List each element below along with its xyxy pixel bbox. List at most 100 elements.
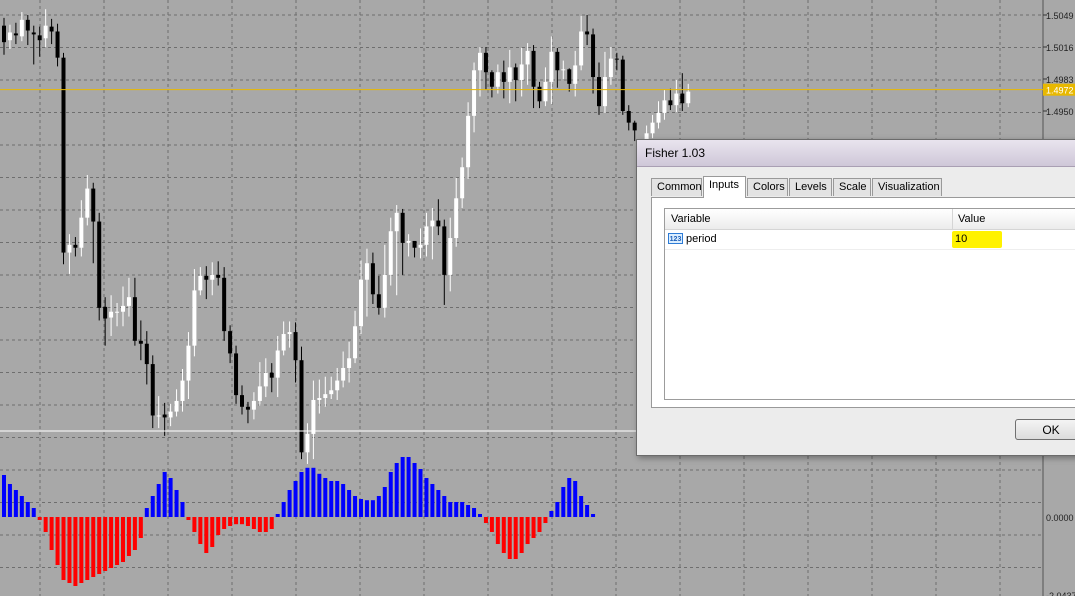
bull-candle <box>347 358 352 368</box>
fisher-bar-negative <box>192 517 197 532</box>
tab-visualization[interactable]: Visualization <box>872 178 942 196</box>
variable-name: period <box>686 233 717 245</box>
bull-candle <box>650 122 655 134</box>
fisher-bar-positive <box>329 481 334 517</box>
bear-candle <box>2 25 6 43</box>
bear-candle <box>245 406 250 410</box>
fisher-bar-positive <box>275 514 280 517</box>
fisher-bar-positive <box>13 490 18 517</box>
bull-candle <box>466 115 471 168</box>
fisher-bar-negative <box>251 517 256 529</box>
fisher-bar-positive <box>555 502 560 517</box>
bear-candle <box>299 360 304 453</box>
fisher-bar-negative <box>519 517 524 553</box>
bear-candle <box>567 69 572 84</box>
fisher-bar-negative <box>49 517 54 550</box>
fisher-bar-positive <box>400 457 405 517</box>
bull-candle <box>335 380 340 391</box>
bull-candle <box>275 350 280 378</box>
fisher-bar-negative <box>228 517 233 526</box>
fisher-bar-positive <box>412 463 417 517</box>
bull-candle <box>394 212 399 232</box>
bull-candle <box>406 240 411 243</box>
bear-candle <box>501 72 506 82</box>
fisher-bar-positive <box>472 508 477 517</box>
fisher-bar-positive <box>430 484 435 517</box>
bull-candle <box>115 311 120 313</box>
bull-candle <box>43 25 48 39</box>
fisher-bar-positive <box>7 484 12 517</box>
tab-colors[interactable]: Colors <box>747 178 788 196</box>
column-header-variable[interactable]: Variable <box>671 213 711 225</box>
bear-candle <box>626 111 631 123</box>
tab-inputs[interactable]: Inputs <box>703 176 746 198</box>
bear-candle <box>614 58 619 60</box>
bull-candle <box>287 332 292 335</box>
bull-candle <box>549 51 554 82</box>
column-header-value[interactable]: Value <box>958 213 985 225</box>
fisher-bar-negative <box>55 517 60 565</box>
bear-candle <box>73 244 78 248</box>
bull-candle <box>495 72 500 87</box>
period-value: 10 <box>955 233 968 245</box>
fisher-bar-positive <box>448 502 453 517</box>
price-tick-label: 1.4983 <box>1046 75 1074 85</box>
period-value-field[interactable]: 10 <box>952 231 1002 248</box>
bull-candle <box>525 50 530 65</box>
fisher-bar-negative <box>245 517 250 526</box>
bull-candle <box>257 386 262 401</box>
bull-candle <box>180 380 185 401</box>
bull-candle <box>686 91 691 104</box>
column-divider[interactable] <box>952 209 953 229</box>
bull-candle <box>329 390 334 395</box>
fisher-bar-positive <box>364 500 369 517</box>
fisher-bar-negative <box>234 517 239 525</box>
dialog-tabs: Common Inputs Colors Levels Scale Visual… <box>651 176 1075 198</box>
fisher-bar-negative <box>501 517 506 553</box>
bull-candle <box>602 77 607 107</box>
tab-levels[interactable]: Levels <box>789 178 832 196</box>
bear-candle <box>162 414 167 418</box>
bear-candle <box>412 240 417 248</box>
bull-candle <box>388 231 393 275</box>
fisher-bar-positive <box>370 500 375 517</box>
tab-scale[interactable]: Scale <box>833 178 871 196</box>
fisher-bar-negative <box>489 517 494 532</box>
fisher-bar-positive <box>567 478 572 517</box>
tab-common[interactable]: Common <box>651 178 702 196</box>
fisher-bar-positive <box>156 484 161 517</box>
bear-candle <box>513 67 518 80</box>
fisher-bar-negative <box>67 517 72 583</box>
fisher-bar-negative <box>115 517 120 565</box>
bull-candle <box>317 398 322 400</box>
indicator-properties-dialog: Fisher 1.03 Common Inputs Colors Levels … <box>636 139 1075 456</box>
price-tick-label: 1.4950 <box>1046 107 1074 117</box>
fisher-bar-positive <box>31 508 36 517</box>
indicator-bottom-label: -2.0437 <box>1046 591 1075 596</box>
integer-type-icon: 123 <box>668 233 683 244</box>
fisher-bar-negative <box>537 517 542 532</box>
bull-candle <box>341 367 346 381</box>
fisher-bar-negative <box>240 517 244 525</box>
fisher-bar-positive <box>174 490 179 517</box>
fisher-bar-positive <box>478 514 482 517</box>
ok-button[interactable]: OK <box>1015 419 1075 440</box>
table-row[interactable]: 123 period 10 <box>665 229 1075 250</box>
bear-candle <box>132 297 137 341</box>
bear-candle <box>597 77 601 107</box>
fisher-bar-positive <box>460 502 465 517</box>
dialog-titlebar[interactable]: Fisher 1.03 <box>637 140 1075 167</box>
fisher-bar-negative <box>37 517 42 520</box>
bear-candle <box>55 31 60 58</box>
bear-candle <box>234 353 239 396</box>
bear-candle <box>293 332 298 361</box>
fisher-bar-negative <box>79 517 84 583</box>
fisher-bar-negative <box>263 517 268 532</box>
fisher-bar-positive <box>25 502 30 517</box>
fisher-bar-positive <box>442 496 447 517</box>
fisher-bar-negative <box>97 517 102 574</box>
bear-candle <box>37 35 42 41</box>
fisher-bar-positive <box>376 496 381 517</box>
fisher-bar-negative <box>513 517 518 559</box>
bear-candle <box>436 220 441 227</box>
